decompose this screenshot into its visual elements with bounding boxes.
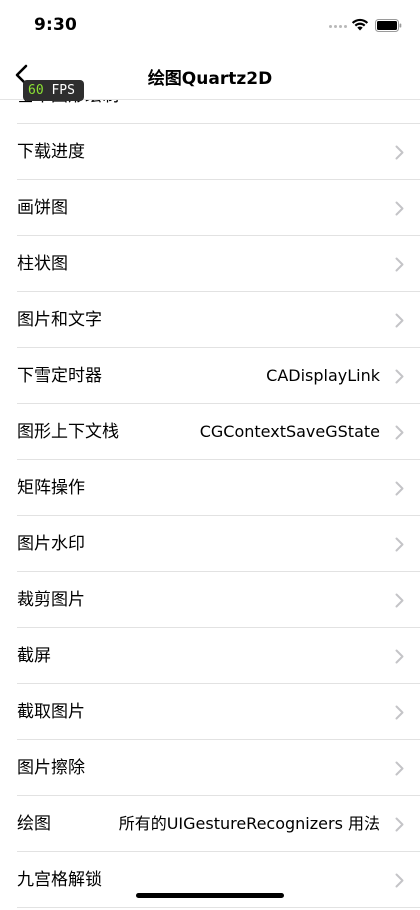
chevron-right-icon [395, 201, 404, 216]
list-item[interactable]: 图片水印 [0, 516, 420, 572]
row-title: 画饼图 [17, 198, 68, 218]
row-title: 矩阵操作 [17, 478, 85, 498]
chevron-right-icon [395, 705, 404, 720]
list-item[interactable]: 下雪定时器 CADisplayLink [0, 348, 420, 404]
chevron-right-icon [395, 593, 404, 608]
list-item[interactable]: 绘图 所有的UIGestureRecognizers 用法 [0, 796, 420, 852]
row-title: 绘图 [17, 814, 51, 834]
chevron-right-icon [395, 313, 404, 328]
chevron-right-icon [395, 145, 404, 160]
row-title: 图片水印 [17, 534, 85, 554]
list-item[interactable]: 画饼图 [0, 180, 420, 236]
fps-badge: 60 FPS [23, 80, 84, 101]
chevron-right-icon [395, 761, 404, 776]
chevron-right-icon [395, 481, 404, 496]
cellular-signal-icon [329, 25, 347, 29]
fps-unit: FPS [51, 83, 75, 98]
list-item[interactable]: 截屏 [0, 628, 420, 684]
wifi-icon [351, 18, 369, 31]
list-item[interactable]: 矩阵操作 [0, 460, 420, 516]
row-title: 截取图片 [17, 702, 85, 722]
status-time: 9:30 [34, 15, 78, 35]
row-title: 图片擦除 [17, 758, 85, 778]
chevron-right-icon [395, 873, 404, 888]
list-item[interactable]: 图形上下文栈 CGContextSaveGState [0, 404, 420, 460]
row-title: 图片和文字 [17, 310, 102, 330]
row-title: 裁剪图片 [17, 590, 85, 610]
row-title: 下雪定时器 [17, 366, 102, 386]
list-item[interactable]: 柱状图 [0, 236, 420, 292]
row-title: 截屏 [17, 646, 51, 666]
list-item[interactable]: 裁剪图片 [0, 572, 420, 628]
home-indicator[interactable] [136, 893, 284, 898]
status-bar: 9:30 [0, 0, 420, 50]
row-title: 图形上下文栈 [17, 422, 119, 442]
chevron-right-icon [395, 649, 404, 664]
chevron-right-icon [395, 257, 404, 272]
list-item[interactable]: 九宫格解锁 [0, 852, 420, 908]
chevron-right-icon [395, 425, 404, 440]
list-item[interactable]: 截取图片 [0, 684, 420, 740]
row-detail: CGContextSaveGState [199, 422, 380, 441]
fps-value: 60 [28, 83, 44, 98]
chevron-right-icon [395, 369, 404, 384]
row-detail: 所有的UIGestureRecognizers 用法 [118, 814, 380, 833]
chevron-right-icon [395, 537, 404, 552]
list-item[interactable]: 图片和文字 [0, 292, 420, 348]
screen: 9:30 基本图形绘制 下载进度画饼图柱状图图片和文字下雪定时器CADispla… [0, 0, 420, 910]
row-title: 九宫格解锁 [17, 870, 102, 890]
list-item[interactable]: 图片擦除 [0, 740, 420, 796]
chevron-right-icon [395, 817, 404, 832]
row-detail: CADisplayLink [266, 366, 380, 385]
row-title: 下载进度 [17, 142, 85, 162]
battery-icon [375, 19, 402, 32]
settings-list: 基本图形绘制 下载进度画饼图柱状图图片和文字下雪定时器CADisplayLink… [0, 92, 420, 908]
list-item[interactable]: 下载进度 [0, 124, 420, 180]
row-title: 柱状图 [17, 254, 68, 274]
